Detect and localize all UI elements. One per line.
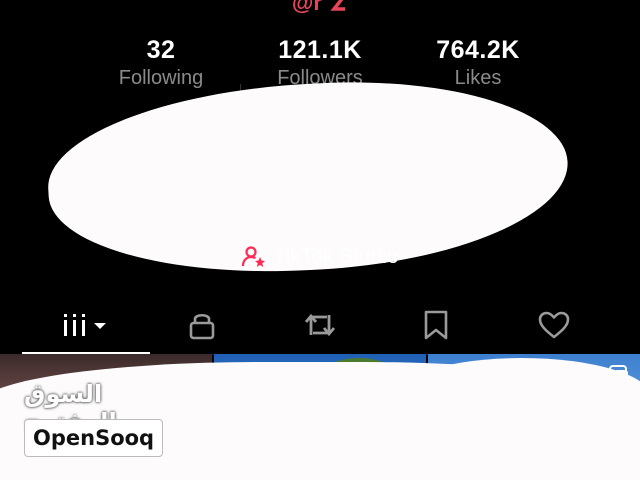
watermark-logo: OpenSooq [24, 419, 164, 457]
profile-tabs [0, 298, 640, 355]
tiktok-studio-link[interactable]: TikTok Studio [0, 244, 640, 274]
bookmark-icon [422, 309, 450, 341]
following-stat[interactable]: 32 Following [81, 36, 241, 90]
verified-slash-icon [328, 0, 348, 15]
following-label: Following [118, 67, 204, 89]
tab-videos[interactable] [22, 298, 150, 354]
profile-username: @r [0, 0, 640, 16]
tab-reposts[interactable] [256, 298, 384, 352]
username-text: @r [291, 0, 322, 15]
tab-private[interactable] [138, 298, 266, 352]
watermark-latin: OpenSooq [33, 426, 155, 450]
grid-icon [60, 310, 112, 340]
profile-screen: @r 32 Following 121.1K Followers 764.2K … [0, 0, 640, 480]
lock-icon [187, 309, 217, 341]
tab-favorites[interactable] [372, 298, 500, 352]
heart-outline-icon [537, 310, 571, 340]
likes-stat[interactable]: 764.2K Likes [398, 36, 558, 90]
repost-icon [303, 309, 337, 341]
user-star-icon [241, 244, 267, 270]
tab-liked[interactable] [490, 298, 618, 352]
likes-count: 764.2K [436, 36, 520, 64]
following-count: 32 [146, 36, 176, 64]
followers-count: 121.1K [278, 36, 362, 64]
tiktok-studio-label: TikTok Studio [273, 245, 399, 268]
